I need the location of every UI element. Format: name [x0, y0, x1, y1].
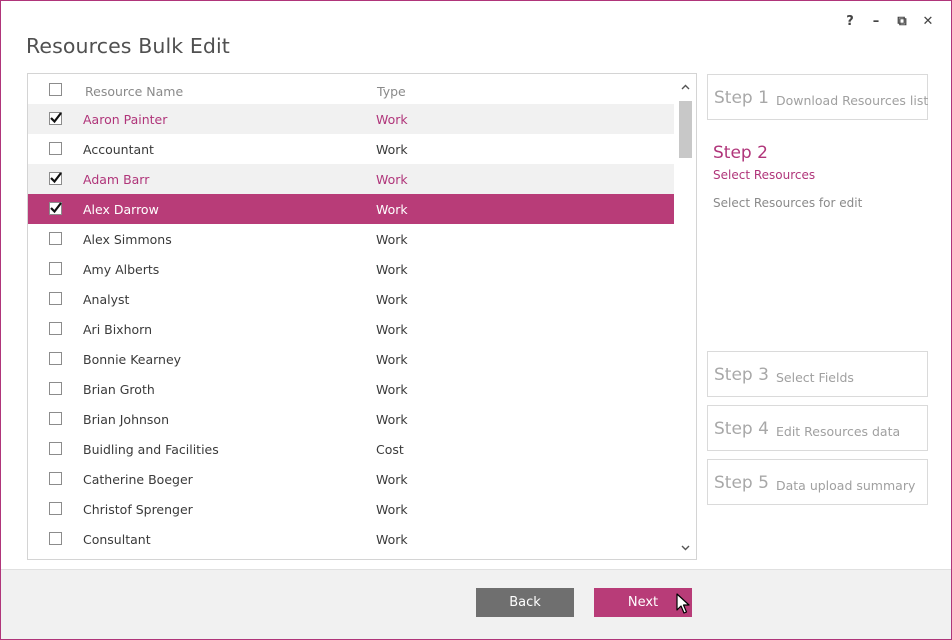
- list-item[interactable]: Alex Simmons Work: [28, 224, 674, 254]
- row-checkbox[interactable]: [49, 472, 62, 485]
- column-header-name[interactable]: Resource Name: [85, 84, 183, 99]
- vertical-scrollbar[interactable]: [675, 74, 696, 559]
- resource-name: Buidling and Facilities: [83, 442, 219, 457]
- resource-type: Work: [376, 532, 408, 547]
- list-item[interactable]: Adam Barr Work: [28, 164, 674, 194]
- resource-name: Christof Sprenger: [83, 502, 193, 517]
- list-item[interactable]: Ari Bixhorn Work: [28, 314, 674, 344]
- list-item[interactable]: Amy Alberts Work: [28, 254, 674, 284]
- list-item[interactable]: Consultant Work: [28, 524, 674, 554]
- resource-name: Amy Alberts: [83, 262, 160, 277]
- row-checkbox[interactable]: [49, 412, 62, 425]
- resource-type: Work: [376, 172, 408, 187]
- step-2-description: Select Resources for edit: [713, 196, 863, 210]
- resource-name: Analyst: [83, 292, 130, 307]
- step-3: Step 3 Select Fields: [707, 351, 928, 397]
- row-checkbox[interactable]: [49, 532, 62, 545]
- row-checkbox[interactable]: [49, 232, 62, 245]
- resource-type: Work: [376, 232, 408, 247]
- resource-name: Ari Bixhorn: [83, 322, 152, 337]
- page-title: Resources Bulk Edit: [26, 34, 230, 58]
- step-1: Step 1 Download Resources list: [707, 74, 928, 120]
- resource-type: Work: [376, 322, 408, 337]
- step-4: Step 4 Edit Resources data: [707, 405, 928, 451]
- row-checkbox[interactable]: [49, 292, 62, 305]
- row-checkbox[interactable]: [49, 112, 62, 125]
- row-checkbox[interactable]: [49, 382, 62, 395]
- resource-name: Brian Johnson: [83, 412, 170, 427]
- list-item[interactable]: Alex Darrow Work: [28, 194, 674, 224]
- step-3-label: Select Fields: [776, 370, 854, 385]
- list-item[interactable]: Accountant Work: [28, 134, 674, 164]
- step-2-active: Step 2 Select Resources Select Resources…: [707, 129, 928, 344]
- row-checkbox[interactable]: [49, 502, 62, 515]
- step-4-label: Edit Resources data: [776, 424, 901, 439]
- resource-name: Consultant: [83, 532, 151, 547]
- resource-list: Resource Name Type Aaron Painter Work Acco…: [27, 73, 697, 560]
- step-2-label: Select Resources: [713, 168, 816, 182]
- step-5-label: Data upload summary: [776, 478, 916, 493]
- mouse-pointer-icon: [676, 593, 690, 614]
- scroll-thumb[interactable]: [679, 101, 692, 158]
- resource-type: Work: [376, 352, 408, 367]
- checkmark-icon: [50, 202, 62, 214]
- list-rows: Aaron Painter Work Accountant Work Adam Barr…: [28, 104, 674, 554]
- scroll-up-icon[interactable]: [675, 78, 696, 96]
- resource-name: Brian Groth: [83, 382, 155, 397]
- row-checkbox[interactable]: [49, 352, 62, 365]
- list-header: Resource Name Type: [28, 74, 674, 104]
- step-1-label: Download Resources list: [776, 93, 929, 108]
- resource-type: Work: [376, 142, 408, 157]
- list-item[interactable]: Analyst Work: [28, 284, 674, 314]
- resource-name: Alex Darrow: [83, 202, 159, 217]
- resource-name: Catherine Boeger: [83, 472, 193, 487]
- row-checkbox[interactable]: [49, 142, 62, 155]
- resource-type: Work: [376, 292, 408, 307]
- checkmark-icon: [50, 172, 62, 184]
- resource-type: Work: [376, 472, 408, 487]
- step-3-number: Step 3: [714, 365, 769, 385]
- resource-type: Work: [376, 202, 408, 217]
- resource-name: Accountant: [83, 142, 154, 157]
- list-item[interactable]: Brian Johnson Work: [28, 404, 674, 434]
- resource-name: Aaron Painter: [83, 112, 168, 127]
- list-item[interactable]: Buidling and Facilities Cost: [28, 434, 674, 464]
- resource-name: Adam Barr: [83, 172, 150, 187]
- window-controls: ? – ⧉ ✕: [837, 11, 941, 31]
- list-item[interactable]: Catherine Boeger Work: [28, 464, 674, 494]
- step-4-number: Step 4: [714, 419, 769, 439]
- step-1-number: Step 1: [714, 88, 769, 108]
- resource-name: Alex Simmons: [83, 232, 172, 247]
- list-item[interactable]: Brian Groth Work: [28, 374, 674, 404]
- resource-type: Work: [376, 502, 408, 517]
- list-item[interactable]: Christof Sprenger Work: [28, 494, 674, 524]
- bulk-edit-window: Resources Bulk Edit ? – ⧉ ✕ Resource Nam…: [0, 0, 952, 640]
- resource-type: Work: [376, 412, 408, 427]
- step-5: Step 5 Data upload summary: [707, 459, 928, 505]
- close-icon[interactable]: ✕: [915, 11, 941, 31]
- minimize-icon[interactable]: –: [863, 11, 889, 31]
- back-button[interactable]: Back: [476, 588, 574, 617]
- row-checkbox[interactable]: [49, 172, 62, 185]
- row-checkbox[interactable]: [49, 202, 62, 215]
- footer-bar: Back Next: [1, 569, 951, 639]
- list-item[interactable]: Aaron Painter Work: [28, 104, 674, 134]
- resource-type: Work: [376, 112, 408, 127]
- resource-type: Work: [376, 262, 408, 277]
- help-icon[interactable]: ?: [837, 11, 863, 31]
- resource-type: Cost: [376, 442, 404, 457]
- row-checkbox[interactable]: [49, 322, 62, 335]
- resource-type: Work: [376, 382, 408, 397]
- step-2-number: Step 2: [713, 143, 768, 163]
- select-all-checkbox[interactable]: [49, 83, 62, 96]
- resource-name: Bonnie Kearney: [83, 352, 182, 367]
- row-checkbox[interactable]: [49, 262, 62, 275]
- step-5-number: Step 5: [714, 473, 769, 493]
- scroll-down-icon[interactable]: [675, 539, 696, 557]
- list-item[interactable]: Bonnie Kearney Work: [28, 344, 674, 374]
- checkmark-icon: [50, 112, 62, 124]
- row-checkbox[interactable]: [49, 442, 62, 455]
- column-header-type[interactable]: Type: [377, 84, 406, 99]
- restore-icon[interactable]: ⧉: [889, 11, 915, 31]
